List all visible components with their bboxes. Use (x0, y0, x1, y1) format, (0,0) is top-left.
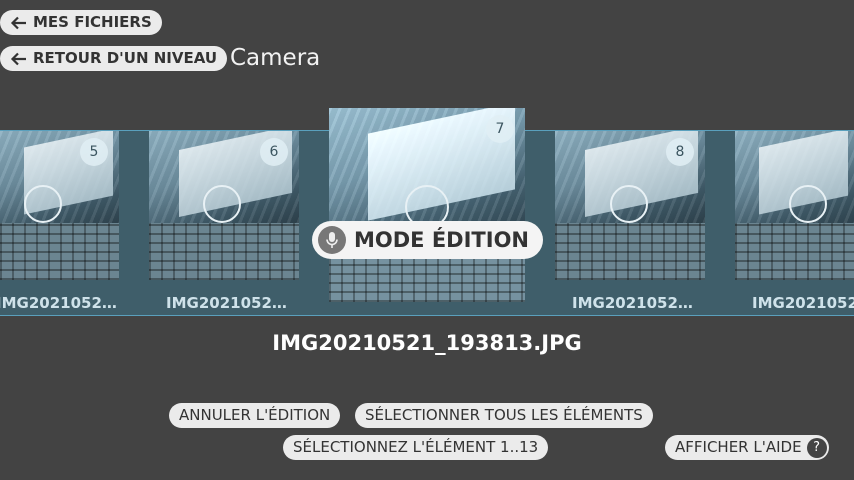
edit-mode-indicator: MODE ÉDITION (312, 221, 543, 259)
gallery-item-label: IMG2021052… (572, 294, 693, 312)
back-level-label: RETOUR D'UN NIVEAU (33, 49, 218, 67)
item-number-badge: 8 (666, 138, 694, 166)
arrow-left-icon (10, 16, 26, 29)
edit-mode-label: MODE ÉDITION (354, 228, 529, 252)
select-all-label: SÉLECTIONNER TOUS LES ÉLÉMENTS (365, 406, 643, 424)
gallery-item-9[interactable] (735, 131, 854, 280)
selection-circle-icon[interactable] (24, 185, 62, 223)
item-number-badge: 5 (80, 138, 108, 166)
folder-title: Camera (230, 45, 321, 71)
microphone-icon (318, 226, 346, 254)
select-item-button[interactable]: SÉLECTIONNEZ L'ÉLÉMENT 1..13 (283, 435, 549, 460)
arrow-left-icon (10, 52, 26, 65)
show-help-button[interactable]: AFFICHER L'AIDE ? (665, 435, 829, 460)
gallery-item-5[interactable]: 5 (0, 131, 119, 280)
back-level-button[interactable]: RETOUR D'UN NIVEAU (0, 46, 228, 71)
item-number-badge: 6 (260, 138, 288, 166)
help-icon: ? (806, 437, 827, 458)
select-all-button[interactable]: SÉLECTIONNER TOUS LES ÉLÉMENTS (355, 403, 653, 428)
cancel-edit-button[interactable]: ANNULER L'ÉDITION (169, 403, 341, 428)
gallery-item-label: IMG2021052… (752, 294, 854, 312)
gallery-item-6[interactable]: 6 (149, 131, 299, 280)
selection-circle-icon[interactable] (789, 185, 827, 223)
item-number-badge: 7 (486, 115, 514, 143)
gallery-item-7[interactable]: 7 (329, 108, 525, 302)
file-name: IMG20210521_193813.JPG (272, 331, 582, 355)
gallery-item-label: IMG2021052… (0, 294, 117, 312)
cancel-edit-label: ANNULER L'ÉDITION (179, 406, 331, 424)
show-help-label: AFFICHER L'AIDE (675, 438, 802, 456)
selection-circle-icon[interactable] (610, 185, 648, 223)
selection-circle-icon[interactable] (203, 185, 241, 223)
select-item-label: SÉLECTIONNEZ L'ÉLÉMENT 1..13 (293, 438, 539, 456)
gallery-item-label: IMG2021052… (166, 294, 287, 312)
gallery-item-8[interactable]: 8 (555, 131, 705, 280)
my-files-label: MES FICHIERS (33, 13, 152, 31)
my-files-button[interactable]: MES FICHIERS (0, 10, 162, 35)
